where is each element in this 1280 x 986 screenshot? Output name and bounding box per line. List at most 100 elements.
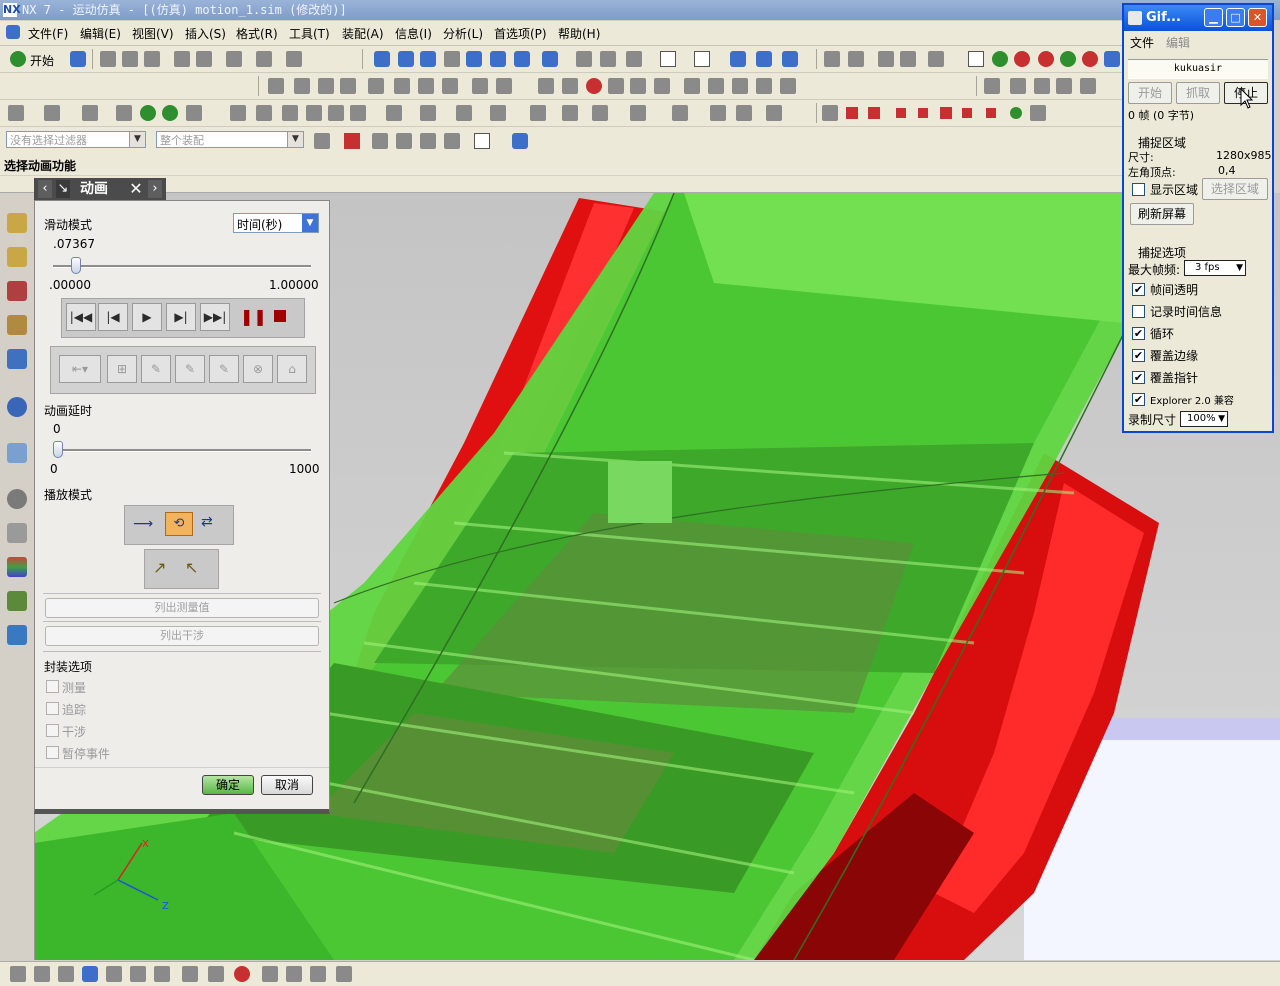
- bottom-tool-icon[interactable]: [336, 966, 352, 982]
- start-button[interactable]: 开始: [30, 52, 54, 69]
- fit-view-icon[interactable]: [374, 51, 390, 67]
- show-area-checkbox[interactable]: [1132, 183, 1145, 196]
- project-icon[interactable]: [654, 78, 670, 94]
- bottom-tool-icon[interactable]: [34, 966, 50, 982]
- zoom-icon[interactable]: [398, 51, 414, 67]
- undo-icon[interactable]: [174, 51, 190, 67]
- motion-navigator-icon[interactable]: [7, 315, 27, 335]
- tool-button-icon[interactable]: ✎: [175, 355, 205, 383]
- explorer-compat-checkbox[interactable]: ✔: [1132, 393, 1145, 406]
- gif-start-button[interactable]: 开始: [1128, 82, 1172, 104]
- reuse-library-icon[interactable]: [7, 349, 27, 369]
- down-arrow-icon[interactable]: [1010, 107, 1022, 119]
- close-icon[interactable]: ✕: [126, 180, 146, 198]
- play-button[interactable]: ▶: [132, 303, 162, 331]
- arrow-left-icon[interactable]: [140, 105, 156, 121]
- bottom-tool-icon[interactable]: [58, 966, 74, 982]
- fx-icon[interactable]: [282, 105, 298, 121]
- minimize-icon[interactable]: ▁: [1204, 8, 1223, 27]
- select-body-icon[interactable]: [444, 133, 460, 149]
- bottom-tool-icon[interactable]: [262, 966, 278, 982]
- surface-icon[interactable]: [396, 133, 412, 149]
- green-sphere-icon[interactable]: [992, 51, 1008, 67]
- blue-ring-icon[interactable]: [1104, 51, 1120, 67]
- color-icon[interactable]: [694, 51, 710, 67]
- rectangle-select-icon[interactable]: [474, 133, 490, 149]
- split-icon[interactable]: [732, 78, 748, 94]
- menu-tools[interactable]: 工具(T): [289, 25, 330, 42]
- packaging-icon[interactable]: [592, 105, 608, 121]
- reverse-direction-icon[interactable]: ↖: [185, 558, 198, 577]
- menu-insert[interactable]: 插入(S): [185, 25, 226, 42]
- ok-button[interactable]: 确定: [202, 775, 254, 795]
- force-icon[interactable]: [456, 105, 472, 121]
- red-ring-icon[interactable]: [1082, 51, 1098, 67]
- animation-icon[interactable]: [822, 105, 838, 121]
- point-icon[interactable]: [368, 78, 384, 94]
- select-area-button[interactable]: 选择区域: [1202, 178, 1268, 200]
- function-icon[interactable]: [256, 105, 272, 121]
- background-icon[interactable]: [660, 51, 676, 67]
- tool-button-icon[interactable]: ✎: [209, 355, 239, 383]
- red-shape-icon[interactable]: [1038, 51, 1054, 67]
- forward-direction-icon[interactable]: ↗: [153, 558, 166, 577]
- results-icon[interactable]: [562, 105, 578, 121]
- copy-icon[interactable]: [122, 51, 138, 67]
- menu-file[interactable]: 文件(F): [28, 25, 68, 42]
- web-browser-icon[interactable]: [7, 397, 27, 417]
- green-shape-icon[interactable]: [1060, 51, 1076, 67]
- join-icon[interactable]: [756, 78, 772, 94]
- fast-forward-button[interactable]: ▶▶|: [200, 303, 230, 331]
- shaded-icon[interactable]: [576, 51, 592, 67]
- extend-icon[interactable]: [708, 78, 724, 94]
- assembly-navigator-icon[interactable]: [7, 213, 27, 233]
- ellipse-icon[interactable]: [496, 78, 512, 94]
- tool-button-icon[interactable]: ⊗: [243, 355, 273, 383]
- master-model-icon[interactable]: [82, 105, 98, 121]
- menu-preferences[interactable]: 首选项(P): [494, 25, 547, 42]
- delay-slider-thumb[interactable]: [53, 441, 63, 458]
- polyline-icon[interactable]: [394, 78, 410, 94]
- measure-icon[interactable]: [878, 51, 894, 67]
- rewind-start-button[interactable]: |◀◀: [66, 303, 96, 331]
- maximize-icon[interactable]: □: [1226, 8, 1245, 27]
- circle-icon[interactable]: [442, 78, 458, 94]
- snap-view-icon[interactable]: [730, 51, 746, 67]
- frame-transparency-checkbox[interactable]: ✔: [1132, 283, 1145, 296]
- fillet-curve-icon[interactable]: [780, 78, 796, 94]
- page-icon[interactable]: [968, 51, 984, 67]
- trace-icon[interactable]: [630, 105, 646, 121]
- motion-nav-icon[interactable]: [782, 51, 798, 67]
- marker-icon[interactable]: [306, 105, 322, 121]
- bottom-tool-icon[interactable]: [106, 966, 122, 982]
- list-interference-button[interactable]: 列出干涉: [45, 626, 319, 646]
- fps-dropdown[interactable]: 3 fps ▼: [1184, 260, 1246, 276]
- back-arrow-icon[interactable]: ‹: [38, 180, 52, 198]
- sketch-icon[interactable]: [848, 51, 864, 67]
- load-icon[interactable]: [420, 105, 436, 121]
- pause-event-checkbox[interactable]: [46, 746, 59, 759]
- part-navigator-icon[interactable]: [7, 281, 27, 301]
- wave-icon[interactable]: [608, 78, 624, 94]
- cube-select-icon[interactable]: [512, 133, 528, 149]
- render-style-icon[interactable]: [286, 51, 302, 67]
- time-slider-track[interactable]: [53, 265, 311, 268]
- solver-icon[interactable]: [530, 105, 546, 121]
- arc-icon[interactable]: [294, 78, 310, 94]
- trim-icon[interactable]: [684, 78, 700, 94]
- menu-help[interactable]: 帮助(H): [558, 25, 600, 42]
- deselect-icon[interactable]: [372, 133, 388, 149]
- forward-arrow-icon[interactable]: ›: [148, 180, 162, 198]
- bottom-tool-icon[interactable]: [208, 966, 224, 982]
- bottom-tool-icon[interactable]: [10, 966, 26, 982]
- measure-checkbox[interactable]: [46, 680, 59, 693]
- body-icon[interactable]: [116, 105, 132, 121]
- bottom-tool-icon[interactable]: [310, 966, 326, 982]
- helix-icon[interactable]: [472, 78, 488, 94]
- menu-information[interactable]: 信息(I): [395, 25, 432, 42]
- constraint-navigator-icon[interactable]: [7, 247, 27, 267]
- bottom-tool-icon[interactable]: [286, 966, 302, 982]
- pause-icon[interactable]: [962, 108, 972, 118]
- analysis-icon[interactable]: [900, 51, 916, 67]
- record-size-dropdown[interactable]: 100% ▼: [1180, 411, 1228, 427]
